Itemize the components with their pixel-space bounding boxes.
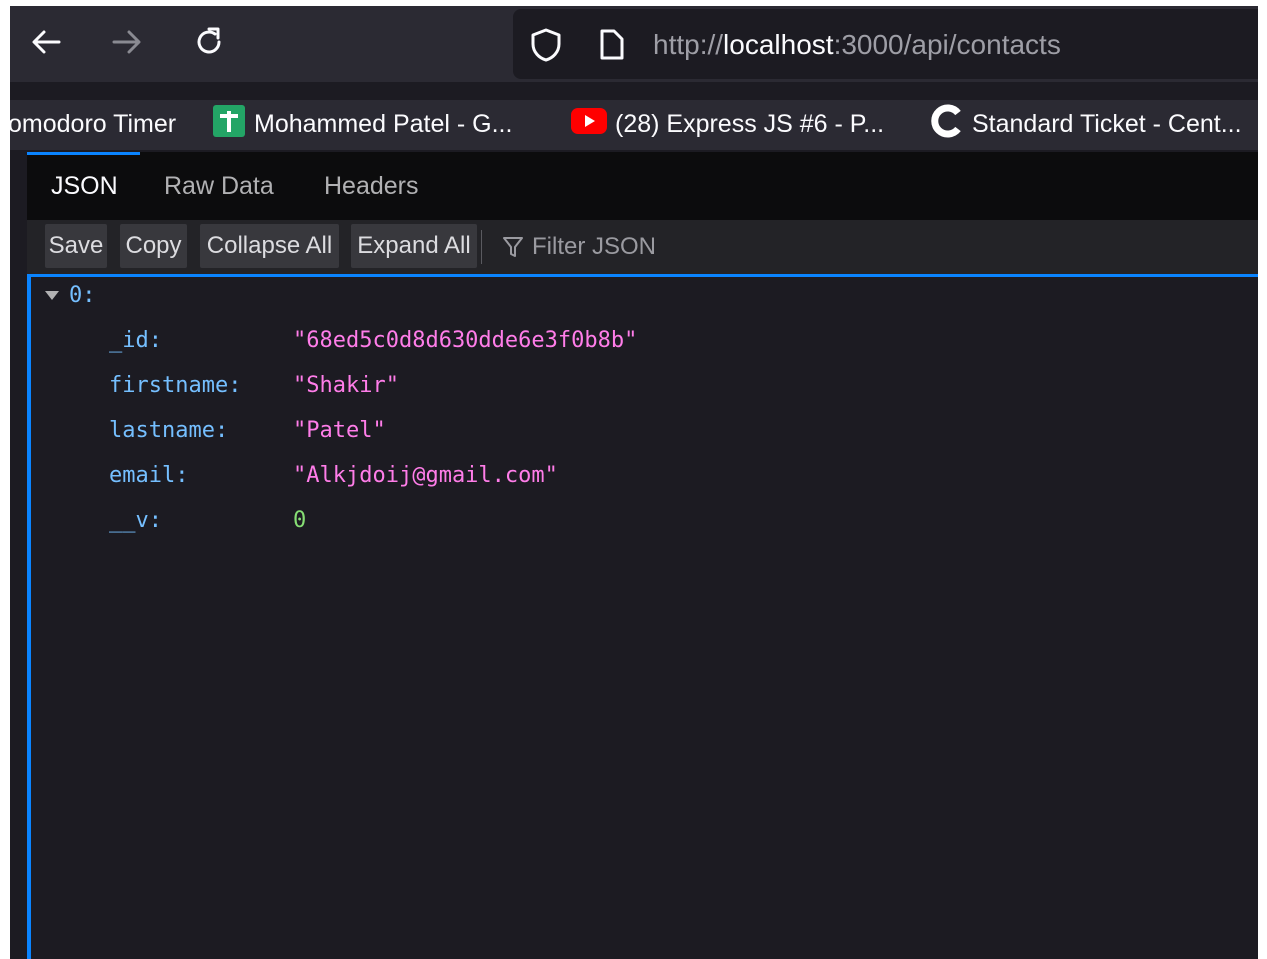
shield-icon[interactable]	[529, 27, 563, 67]
json-value: "Shakir"	[293, 372, 399, 398]
tab-headers[interactable]: Headers	[324, 152, 419, 220]
json-key: _id:	[109, 327, 162, 353]
json-value: "68ed5c0d8d630dde6e3f0b8b"	[293, 327, 638, 353]
json-key: email:	[109, 462, 189, 488]
arrow-right-icon	[112, 30, 141, 54]
browser-window: http://localhost:3000/api/contacts omodo…	[10, 6, 1258, 959]
green-plus-icon	[212, 104, 246, 145]
c-logo-icon	[930, 104, 964, 145]
copy-button[interactable]: Copy	[120, 224, 187, 268]
collapse-all-button[interactable]: Collapse All	[200, 224, 339, 268]
filter-placeholder: Filter JSON	[532, 233, 657, 260]
filter-icon	[502, 235, 524, 259]
json-row[interactable]: __v: 0	[109, 505, 306, 535]
filter-json-input[interactable]: Filter JSON	[502, 228, 656, 266]
expand-triangle-icon[interactable]	[43, 288, 61, 302]
url-path: :3000/api/contacts	[833, 29, 1061, 60]
json-row[interactable]: _id: "68ed5c0d8d630dde6e3f0b8b"	[109, 325, 637, 355]
url-prefix: http://	[653, 29, 724, 60]
json-key: 0:	[69, 282, 96, 308]
bookmark-pomodoro-timer[interactable]: omodoro Timer	[10, 108, 176, 140]
reload-button[interactable]	[191, 24, 227, 60]
bookmark-express-js[interactable]: (28) Express JS #6 - P...	[571, 107, 885, 141]
tab-raw-data[interactable]: Raw Data	[164, 152, 274, 220]
json-value: 0	[293, 507, 307, 533]
viewer-tabs: JSON Raw Data Headers	[27, 152, 1258, 220]
json-key: __v:	[109, 507, 162, 533]
toolbar-divider	[481, 230, 482, 264]
json-value: "Patel"	[293, 417, 386, 443]
youtube-icon	[571, 107, 607, 141]
back-button[interactable]	[28, 24, 64, 60]
reload-icon	[197, 27, 221, 54]
json-key: lastname:	[109, 417, 229, 443]
save-button[interactable]: Save	[45, 224, 107, 268]
tab-json[interactable]: JSON	[51, 152, 118, 220]
url-host: localhost	[723, 29, 834, 60]
bookmark-label: (28) Express JS #6 - P...	[615, 109, 885, 138]
json-toolbar: Save Copy Collapse All Expand All Filter…	[27, 220, 1258, 277]
bookmark-mohammed-patel[interactable]: Mohammed Patel - G...	[212, 104, 513, 140]
bookmark-label: Mohammed Patel - G...	[254, 109, 513, 138]
url-bar[interactable]: http://localhost:3000/api/contacts	[513, 9, 1258, 79]
json-row[interactable]: lastname: "Patel"	[109, 415, 386, 445]
json-row[interactable]: firstname: "Shakir"	[109, 370, 399, 400]
bookmark-label: omodoro Timer	[10, 109, 177, 138]
page-icon[interactable]	[597, 28, 625, 66]
json-value: "Alkjdoij@gmail.com"	[293, 462, 558, 488]
expand-all-button[interactable]: Expand All	[351, 224, 477, 268]
bookmarks-bar: omodoro Timer Mohammed Patel - G... (28)…	[10, 100, 1258, 150]
navigation-toolbar: http://localhost:3000/api/contacts	[10, 6, 1258, 82]
bookmark-standard-ticket[interactable]: Standard Ticket - Cent...	[930, 104, 1242, 140]
forward-button[interactable]	[109, 24, 145, 60]
json-row[interactable]: email: "Alkjdoij@gmail.com"	[109, 460, 558, 490]
json-key: firstname:	[109, 372, 242, 398]
arrow-left-icon	[32, 30, 61, 54]
json-viewer: JSON Raw Data Headers Save Copy Collapse…	[27, 152, 1258, 959]
json-tree: 0: _id: "68ed5c0d8d630dde6e3f0b8b" first…	[27, 277, 1258, 959]
tree-root-row[interactable]: 0:	[43, 280, 96, 310]
url-text[interactable]: http://localhost:3000/api/contacts	[653, 29, 1061, 61]
bookmark-label: Standard Ticket - Cent...	[972, 109, 1242, 138]
